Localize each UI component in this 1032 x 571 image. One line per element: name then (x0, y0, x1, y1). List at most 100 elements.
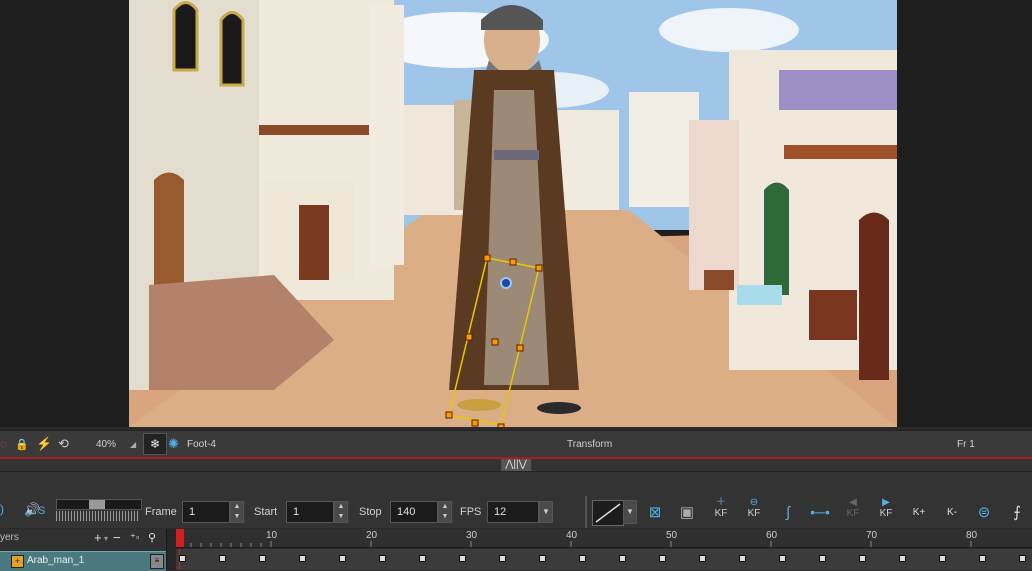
viewport-status-bar: ◌ 🔒 ⚡ ⟲ 40% ◢ ❄ ✺ Foot-4 Transform Fr 1 (0, 430, 1032, 458)
keyframe[interactable] (379, 555, 386, 562)
ruler-tick-label: 10 (266, 530, 278, 541)
layer-menu-icon[interactable]: ⚲ (148, 531, 156, 544)
flag-right-icon: ▶ (882, 497, 890, 508)
constant-segment-icon[interactable]: ▣ (675, 500, 699, 524)
frame-spinner[interactable]: ▲ ▼ (230, 501, 244, 523)
start-spinner[interactable]: ▲ ▼ (334, 501, 348, 523)
keyframe[interactable] (219, 555, 226, 562)
interpolation-dropdown-icon[interactable]: ▼ (623, 500, 637, 524)
toolbar-separator (585, 496, 587, 528)
keyframe[interactable] (779, 555, 786, 562)
layer-panel: yers + ▾ − ⁺◦ ⚲ + Arab_man_1 ≡ (0, 529, 167, 571)
peg-node-icon: ✺ (168, 436, 179, 451)
tool-mode: Transform (567, 438, 613, 450)
keyframe[interactable] (739, 555, 746, 562)
keyframe[interactable] (899, 555, 906, 562)
reset-view-icon[interactable]: ◌ (0, 431, 14, 457)
add-layer-icon[interactable]: + (94, 530, 102, 545)
fps-label: FPS (460, 506, 482, 518)
keyframe[interactable] (939, 555, 946, 562)
add-peg-icon[interactable]: ⁺◦ (130, 531, 140, 544)
keyframe[interactable] (819, 555, 826, 562)
ruler-tick-label: 60 (766, 530, 778, 541)
keyframe[interactable] (619, 555, 626, 562)
onion-skin-icon[interactable]: ⊜ (972, 500, 996, 524)
jog-wheel[interactable] (56, 511, 140, 521)
lock-icon[interactable]: 🔒 (15, 431, 31, 457)
camera-viewport[interactable] (0, 0, 1032, 427)
scene-render[interactable] (129, 0, 897, 427)
collapse-expand-icon[interactable]: ⋀||⋁ (501, 459, 531, 471)
stop-motion-icon[interactable]: ⨍ (1005, 500, 1029, 524)
keyframe[interactable] (419, 555, 426, 562)
minus-icon: ⊖ (749, 497, 759, 508)
drawing-mode-icon[interactable]: ❄ (143, 433, 167, 455)
ruler-tick-label: 70 (866, 530, 878, 541)
stop-spinner[interactable]: ▲ ▼ (438, 501, 452, 523)
stop-label: Stop (359, 506, 382, 518)
timeline-gutter (167, 529, 176, 570)
ruler-tick-label: 30 (466, 530, 478, 541)
keyframe[interactable] (499, 555, 506, 562)
layer-frames-track[interactable] (176, 549, 1032, 570)
node-name: Foot-4 (187, 438, 216, 450)
remove-keyframe-button[interactable]: ⊖ KF (742, 496, 766, 520)
flag-left-icon: ◀ (849, 497, 857, 508)
keyframe[interactable] (259, 555, 266, 562)
fps-field[interactable]: 12 (487, 501, 539, 523)
start-field[interactable]: 1 (286, 501, 334, 523)
keyframe[interactable] (459, 555, 466, 562)
rotate-view-icon[interactable]: ⟲ (58, 431, 76, 457)
ruler-tick-label: 20 (366, 530, 378, 541)
zoom-dropdown-icon[interactable]: ◢ (130, 431, 136, 457)
delete-layer-icon[interactable]: − (113, 530, 121, 545)
slider-handle[interactable] (89, 500, 105, 509)
set-keyframe-button[interactable]: K+ (907, 500, 931, 524)
motion-keyframe-icon[interactable]: ⊠ (643, 500, 667, 524)
frame-indicator: Fr 1 (957, 438, 975, 450)
delete-keyframe-button[interactable]: K- (940, 500, 964, 524)
sound-scrub-label[interactable]: S (38, 505, 45, 517)
ruler-tick-label: 80 (966, 530, 978, 541)
ruler-tick-label: 50 (666, 530, 678, 541)
keyframe[interactable] (659, 555, 666, 562)
keyframe[interactable] (339, 555, 346, 562)
lightning-icon[interactable]: ⚡ (36, 431, 52, 457)
ease-curve-icon[interactable]: ∫ (776, 500, 800, 524)
prev-keyframe-button[interactable]: ◀ KF (841, 496, 865, 520)
group-layer-icon[interactable]: + (11, 555, 24, 568)
layers-header: yers (0, 532, 19, 543)
zoom-level[interactable]: 40% (96, 431, 116, 457)
keyframe[interactable] (179, 555, 186, 562)
fps-dropdown-icon[interactable]: ▼ (539, 501, 553, 523)
linear-curve-icon (595, 503, 621, 523)
playhead[interactable] (176, 529, 184, 547)
start-label: Start (254, 506, 278, 518)
add-layer-dropdown-icon[interactable]: ▾ (104, 534, 108, 543)
keyframe[interactable] (299, 555, 306, 562)
timeline-ruler[interactable]: 10 20 30 40 50 60 70 80 (176, 529, 1032, 548)
add-keyframe-button[interactable]: ＋ KF (709, 496, 733, 520)
layer-name[interactable]: Arab_man_1 (27, 555, 84, 566)
scene-illustration (129, 0, 897, 427)
stop-field[interactable]: 140 (390, 501, 438, 523)
keyframe[interactable] (979, 555, 986, 562)
frame-field[interactable]: 1 (182, 501, 230, 523)
loop-icon[interactable]: ) (0, 502, 4, 516)
layer-lock-icon[interactable]: ≡ (150, 554, 164, 569)
keyframe[interactable] (1019, 555, 1026, 562)
timeline-panel: yers + ▾ − ⁺◦ ⚲ + Arab_man_1 ≡ 10 20 30 … (0, 529, 1032, 571)
plus-icon: ＋ (716, 497, 726, 508)
ruler-tick-label: 40 (566, 530, 578, 541)
next-keyframe-button[interactable]: ▶ KF (874, 496, 898, 520)
keyframe[interactable] (859, 555, 866, 562)
keyframe[interactable] (699, 555, 706, 562)
linear-segment-icon[interactable]: •─• (808, 500, 832, 524)
playback-speed-slider[interactable] (56, 499, 142, 510)
panel-splitter[interactable]: ⋀||⋁ (0, 459, 1032, 472)
interpolation-preset[interactable] (592, 500, 624, 526)
ruler-ticks (180, 541, 972, 547)
layer-row[interactable]: + Arab_man_1 ≡ (0, 551, 166, 571)
keyframe[interactable] (579, 555, 586, 562)
keyframe[interactable] (539, 555, 546, 562)
